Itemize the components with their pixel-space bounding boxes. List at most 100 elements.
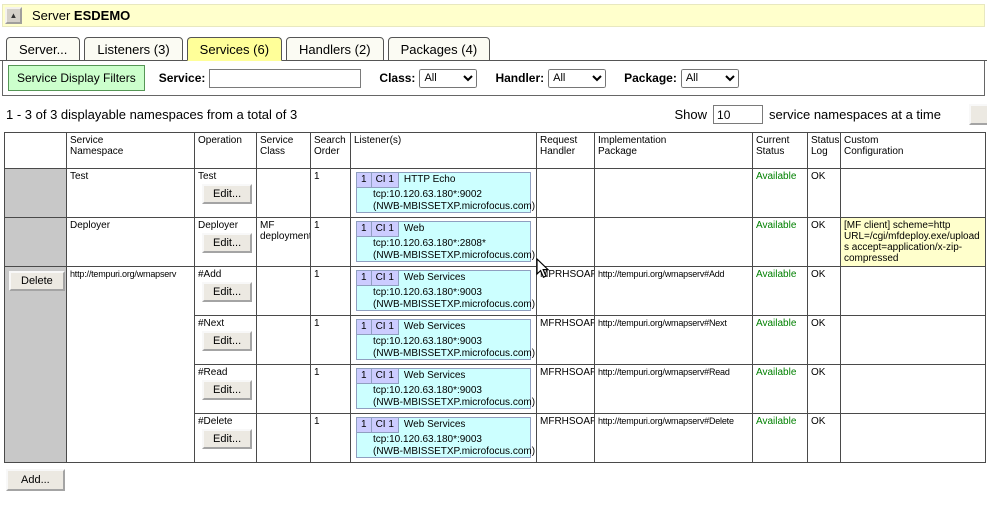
edit-button[interactable]: Edit... (202, 331, 252, 351)
server-name: ESDEMO (74, 8, 130, 23)
service-class-cell (257, 414, 311, 463)
listener-host: (NWB-MBISSETXP.microfocus.com) (357, 347, 530, 359)
delete-button[interactable]: Delete (9, 271, 65, 291)
custom-configuration-cell (841, 316, 986, 365)
operation-name: Test (198, 171, 253, 182)
edit-button[interactable]: Edit... (202, 429, 252, 449)
implementation-package-cell: http://tempuri.org/wmapserv#Add (595, 267, 753, 316)
tab-listeners[interactable]: Listeners (3) (84, 37, 182, 61)
class-filter-select[interactable]: All (419, 69, 477, 88)
namespace-cell: http://tempuri.org/wmapserv (67, 267, 195, 463)
status-log-cell: OK (808, 169, 841, 218)
listener-conversation: CI 1 (371, 172, 399, 188)
services-table: Service Namespace Operation Service Clas… (4, 132, 986, 463)
search-order-cell: 1 (311, 365, 351, 414)
listener-endpoint: tcp:10.120.63.180*:9003 (357, 384, 530, 396)
listener-box: 1 CI 1 HTTP Echo tcp:10.120.63.180*:9002… (356, 172, 531, 213)
edit-button[interactable]: Edit... (202, 380, 252, 400)
service-filter-input[interactable] (209, 69, 361, 88)
operation-name: #Add (198, 269, 253, 280)
operation-cell: #Next Edit... (195, 316, 257, 365)
status-log-cell: OK (808, 316, 841, 365)
show-suffix-label: service namespaces at a time (769, 107, 941, 122)
package-filter-select[interactable]: All (681, 69, 739, 88)
listener-conversation: CI 1 (371, 417, 399, 433)
implementation-package-cell: http://tempuri.org/wmapserv#Delete (595, 414, 753, 463)
listener-host: (NWB-MBISSETXP.microfocus.com) (357, 200, 530, 212)
operation-cell: #Read Edit... (195, 365, 257, 414)
column-header-status-log: Status Log (808, 133, 841, 169)
actions-cell (5, 218, 67, 267)
column-header-custom-configuration: Custom Configuration (841, 133, 986, 169)
tab-handlers[interactable]: Handlers (2) (286, 37, 384, 61)
listener-index: 1 (356, 221, 372, 237)
add-service-button[interactable]: Add... (6, 469, 65, 491)
operation-cell: #Add Edit... (195, 267, 257, 316)
listener-name: HTTP Echo (399, 173, 461, 188)
filter-panel-label: Service Display Filters (8, 65, 145, 91)
tab-server[interactable]: Server... (6, 37, 80, 61)
package-filter-label: Package: (624, 71, 677, 85)
custom-configuration-cell (841, 169, 986, 218)
listener-index: 1 (356, 319, 372, 335)
listener-conversation: CI 1 (371, 221, 399, 237)
operation-name: #Delete (198, 416, 253, 427)
service-class-cell: MF deployment (257, 218, 311, 267)
operation-cell: Test Edit... (195, 169, 257, 218)
tab-packages[interactable]: Packages (4) (388, 37, 491, 61)
listener-endpoint: tcp:10.120.63.180*:9003 (357, 286, 530, 298)
actions-cell: Delete (5, 267, 67, 463)
custom-configuration-cell: [MF client] scheme=http URL=/cgi/mfdeplo… (841, 218, 986, 267)
listeners-cell: 1 CI 1 Web Services tcp:10.120.63.180*:9… (351, 414, 537, 463)
status-log-cell: OK (808, 414, 841, 463)
implementation-package-cell: http://tempuri.org/wmapserv#Next (595, 316, 753, 365)
listener-name: Web Services (399, 271, 471, 286)
handler-filter-select[interactable]: All (548, 69, 606, 88)
custom-configuration-cell (841, 267, 986, 316)
search-order-cell: 1 (311, 218, 351, 267)
listener-conversation: CI 1 (371, 368, 399, 384)
status-log-cell: OK (808, 267, 841, 316)
search-order-cell: 1 (311, 414, 351, 463)
listener-host: (NWB-MBISSETXP.microfocus.com) (357, 249, 530, 261)
edit-button[interactable]: Edit... (202, 233, 252, 253)
show-count-input[interactable] (713, 105, 763, 124)
column-header-implementation-package: Implementation Package (595, 133, 753, 169)
edit-button[interactable]: Edit... (202, 184, 252, 204)
current-status-cell: Available (753, 414, 808, 463)
operation-name: Deployer (198, 220, 253, 231)
apply-show-count-button[interactable] (969, 104, 987, 125)
handler-filter-label: Handler: (495, 71, 544, 85)
implementation-package-cell: http://tempuri.org/wmapserv#Read (595, 365, 753, 414)
class-filter-label: Class: (379, 71, 415, 85)
edit-button[interactable]: Edit... (202, 282, 252, 302)
request-handler-cell: MPRHSOAP (537, 267, 595, 316)
listener-box: 1 CI 1 Web tcp:10.120.63.180*:2808* (NWB… (356, 221, 531, 262)
current-status-cell: Available (753, 365, 808, 414)
pagination-bar: 1 - 3 of 3 displayable namespaces from a… (0, 96, 987, 130)
listener-conversation: CI 1 (371, 270, 399, 286)
listener-endpoint: tcp:10.120.63.180*:2808* (357, 237, 530, 249)
tab-bar: Server... Listeners (3) Services (6) Han… (0, 27, 987, 61)
operation-name: #Read (198, 367, 253, 378)
collapse-triangle-button[interactable]: ▲ (5, 7, 22, 24)
request-handler-cell: MFRHSOAP (537, 316, 595, 365)
service-class-cell (257, 365, 311, 414)
listener-endpoint: tcp:10.120.63.180*:9002 (357, 188, 530, 200)
table-row-wmapserv-add: Delete http://tempuri.org/wmapserv #Add … (5, 267, 986, 316)
service-filter-label: Service: (159, 71, 206, 85)
current-status-cell: Available (753, 267, 808, 316)
service-class-cell (257, 267, 311, 316)
show-label: Show (675, 107, 708, 122)
column-header-service-namespace: Service Namespace (67, 133, 195, 169)
listener-endpoint: tcp:10.120.63.180*:9003 (357, 433, 530, 445)
listeners-cell: 1 CI 1 Web Services tcp:10.120.63.180*:9… (351, 316, 537, 365)
listener-host: (NWB-MBISSETXP.microfocus.com) (357, 445, 530, 457)
status-log-cell: OK (808, 365, 841, 414)
column-header-listeners: Listener(s) (351, 133, 537, 169)
actions-cell (5, 169, 67, 218)
tab-services[interactable]: Services (6) (187, 37, 282, 61)
service-class-cell (257, 316, 311, 365)
operation-cell: Deployer Edit... (195, 218, 257, 267)
request-handler-cell (537, 218, 595, 267)
